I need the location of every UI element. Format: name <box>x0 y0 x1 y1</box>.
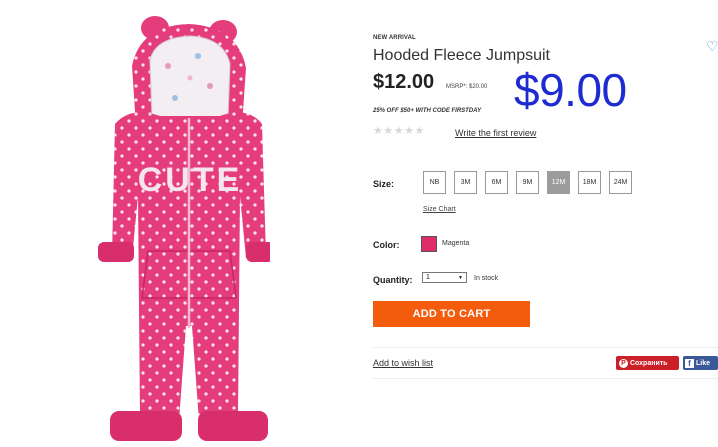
size-chart-link[interactable]: Size Chart <box>423 206 456 213</box>
product-title: Hooded Fleece Jumpsuit <box>373 47 550 64</box>
quantity-label: Quantity: <box>373 275 413 285</box>
size-option-nb[interactable]: NB <box>423 171 446 194</box>
overlay-price: $9.00 <box>514 64 627 116</box>
size-option-9m[interactable]: 9M <box>516 171 539 194</box>
pinterest-label: Сохранить <box>630 359 668 367</box>
promo-text: 25% OFF $50+ WITH CODE FIRSTDAY <box>373 108 482 114</box>
divider <box>373 347 718 348</box>
new-arrival-badge: NEW ARRIVAL <box>373 35 416 41</box>
pinterest-icon: P <box>619 358 628 368</box>
msrp-price: MSRP*: $20.00 <box>446 84 488 90</box>
rating-stars-icon: ★★★★★ <box>373 125 425 137</box>
color-name: Magenta <box>442 240 470 247</box>
pinterest-save-button[interactable]: P Сохранить <box>616 356 679 370</box>
product-image[interactable]: CUTE <box>70 6 274 442</box>
add-to-wishlist-link[interactable]: Add to wish list <box>373 358 433 368</box>
color-swatch-magenta[interactable] <box>421 236 437 252</box>
stock-status: In stock <box>474 275 499 282</box>
image-text: CUTE <box>138 161 243 199</box>
quantity-select[interactable]: 1 ▼ <box>422 272 467 283</box>
heart-icon[interactable]: ♡ <box>706 38 718 55</box>
size-option-18m[interactable]: 18M <box>578 171 601 194</box>
color-label: Color: <box>373 240 400 250</box>
chevron-down-icon: ▼ <box>458 274 463 281</box>
write-review-link[interactable]: Write the first review <box>455 128 536 138</box>
size-option-6m[interactable]: 6M <box>485 171 508 194</box>
facebook-label: Like <box>696 359 711 367</box>
facebook-like-button[interactable]: f Like <box>683 356 718 370</box>
facebook-icon: f <box>685 358 694 368</box>
size-option-3m[interactable]: 3M <box>454 171 477 194</box>
divider <box>373 378 718 379</box>
size-option-24m[interactable]: 24M <box>609 171 632 194</box>
quantity-value: 1 <box>426 274 430 281</box>
sale-price: $12.00 <box>373 71 435 93</box>
size-option-12m[interactable]: 12M <box>547 171 570 194</box>
add-to-cart-button[interactable]: ADD TO CART <box>373 301 530 327</box>
size-label: Size: <box>373 179 395 189</box>
